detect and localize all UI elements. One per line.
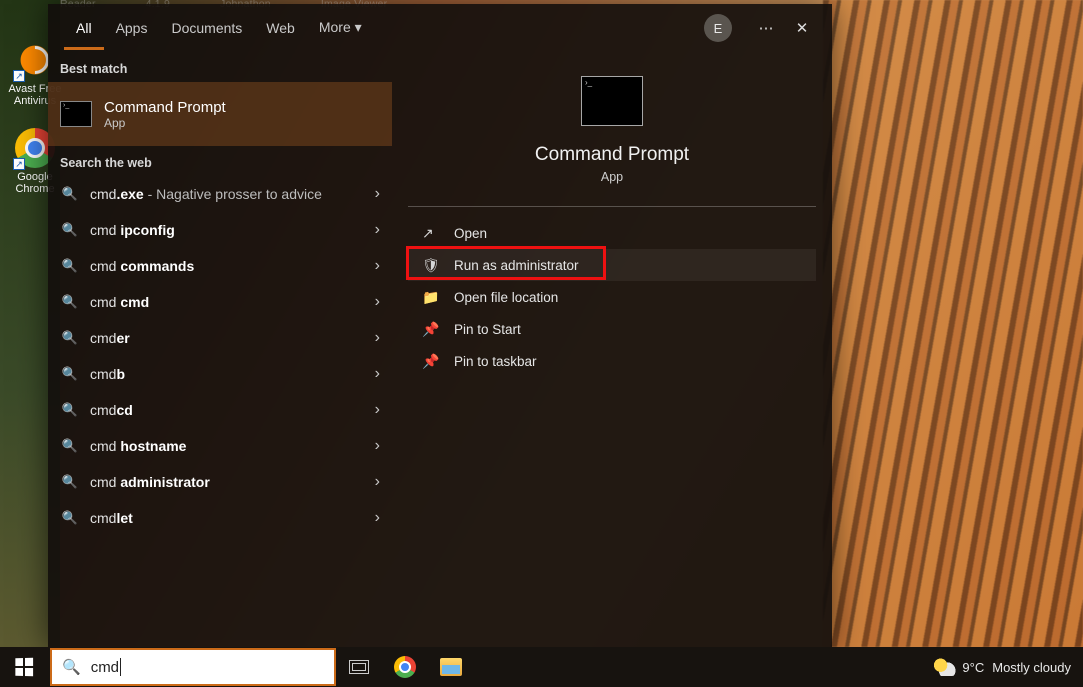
preview-action-pin-to-start[interactable]: 📌 Pin to Start: [408, 313, 816, 345]
task-view-button[interactable]: [336, 647, 382, 687]
cmd-icon: [60, 101, 92, 127]
chevron-right-icon: ›: [367, 473, 380, 491]
chevron-right-icon: ›: [367, 221, 380, 239]
tab-all[interactable]: All: [64, 7, 104, 50]
task-view-icon: [349, 660, 369, 674]
web-suggestion[interactable]: 🔍 cmd hostname›: [48, 428, 392, 464]
action-icon: 🛡: [422, 257, 444, 274]
search-web-heading: Search the web: [48, 146, 392, 176]
chevron-right-icon: ›: [367, 437, 380, 455]
preview-action-open-file-location[interactable]: 📁 Open file location: [408, 281, 816, 313]
chevron-right-icon: ›: [367, 365, 380, 383]
start-button[interactable]: [0, 647, 48, 687]
action-label: Open file location: [454, 290, 558, 305]
chevron-down-icon: ▾: [355, 19, 362, 35]
preview-action-run-as-administrator[interactable]: 🛡 Run as administrator: [408, 249, 816, 281]
tab-more[interactable]: More ▾: [307, 6, 374, 50]
taskbar-app-explorer[interactable]: [428, 647, 474, 687]
preview-action-pin-to-taskbar[interactable]: 📌 Pin to taskbar: [408, 345, 816, 377]
suggestion-text: cmd hostname: [90, 438, 367, 454]
action-label: Pin to taskbar: [454, 354, 537, 369]
shortcut-badge-icon: ↗: [13, 70, 25, 82]
best-match-title: Command Prompt: [104, 99, 226, 116]
chevron-right-icon: ›: [367, 257, 380, 275]
web-suggestion[interactable]: 🔍 cmdlet›: [48, 500, 392, 536]
search-icon: 🔍: [60, 294, 80, 310]
chevron-right-icon: ›: [367, 185, 380, 203]
suggestion-text: cmd administrator: [90, 474, 367, 490]
wallpaper-right: [823, 0, 1083, 647]
search-icon: 🔍: [60, 366, 80, 382]
web-suggestion[interactable]: 🔍 cmder›: [48, 320, 392, 356]
weather-icon: [934, 658, 956, 676]
action-icon: 📌: [422, 353, 444, 370]
start-search-panel: All Apps Documents Web More ▾ E ⋯ ✕ Best…: [48, 4, 832, 648]
suggestion-text: cmd cmd: [90, 294, 367, 310]
search-icon: 🔍: [62, 658, 81, 676]
web-suggestion[interactable]: 🔍 cmd commands›: [48, 248, 392, 284]
suggestion-text: cmd ipconfig: [90, 222, 367, 238]
tab-apps[interactable]: Apps: [104, 7, 160, 50]
web-suggestion[interactable]: 🔍 cmdcd›: [48, 392, 392, 428]
action-label: Run as administrator: [454, 258, 579, 273]
suggestion-text: cmder: [90, 330, 367, 346]
action-icon: 📁: [422, 289, 444, 306]
chevron-right-icon: ›: [367, 293, 380, 311]
suggestion-text: cmdb: [90, 366, 367, 382]
taskbar-search-box[interactable]: 🔍 cmd: [50, 648, 336, 686]
preview-subtitle: App: [408, 170, 816, 184]
web-suggestion[interactable]: 🔍 cmd administrator›: [48, 464, 392, 500]
action-label: Pin to Start: [454, 322, 521, 337]
chevron-right-icon: ›: [367, 509, 380, 527]
search-icon: 🔍: [60, 510, 80, 526]
search-tabs: All Apps Documents Web More ▾ E ⋯ ✕: [48, 4, 832, 52]
chevron-right-icon: ›: [367, 401, 380, 419]
windows-logo-icon: [15, 658, 33, 676]
weather-desc: Mostly cloudy: [992, 660, 1071, 675]
preview-title: Command Prompt: [408, 144, 816, 166]
more-options-button[interactable]: ⋯: [752, 14, 780, 42]
preview-app-icon: [581, 76, 643, 126]
taskbar-app-chrome[interactable]: [382, 647, 428, 687]
file-explorer-icon: [440, 658, 462, 676]
best-match-subtitle: App: [104, 116, 226, 130]
search-icon: 🔍: [60, 222, 80, 238]
search-query-text: cmd: [91, 659, 119, 676]
suggestion-text: cmdcd: [90, 402, 367, 418]
web-suggestion[interactable]: 🔍 cmd ipconfig›: [48, 212, 392, 248]
results-column: Best match Command Prompt App Search the…: [48, 52, 392, 648]
suggestion-text: cmdlet: [90, 510, 367, 526]
search-icon: 🔍: [60, 438, 80, 454]
divider: [408, 206, 816, 207]
web-suggestion[interactable]: 🔍 cmd.exe - Nagative prosser to advice›: [48, 176, 392, 212]
shortcut-badge-icon: ↗: [13, 158, 25, 170]
chevron-right-icon: ›: [367, 329, 380, 347]
close-button[interactable]: ✕: [788, 14, 816, 42]
taskbar: 🔍 cmd 9°C Mostly cloudy: [0, 647, 1083, 687]
web-suggestion[interactable]: 🔍 cmdb›: [48, 356, 392, 392]
best-match-result[interactable]: Command Prompt App: [48, 82, 392, 146]
suggestion-text: cmd commands: [90, 258, 367, 274]
chrome-icon: [394, 656, 416, 678]
preview-column: Command Prompt App ↗ Open 🛡 Run as administ…: [392, 52, 832, 648]
web-suggestion[interactable]: 🔍 cmd cmd›: [48, 284, 392, 320]
suggestion-text: cmd.exe - Nagative prosser to advice: [90, 186, 367, 202]
tab-web[interactable]: Web: [254, 7, 307, 50]
best-match-heading: Best match: [48, 52, 392, 82]
weather-temp: 9°C: [962, 660, 984, 675]
search-icon: 🔍: [60, 402, 80, 418]
tab-documents[interactable]: Documents: [159, 7, 254, 50]
system-tray[interactable]: 9°C Mostly cloudy: [934, 658, 1083, 676]
action-icon: 📌: [422, 321, 444, 338]
user-avatar[interactable]: E: [704, 14, 732, 42]
search-icon: 🔍: [60, 474, 80, 490]
search-icon: 🔍: [60, 330, 80, 346]
preview-action-open[interactable]: ↗ Open: [408, 217, 816, 249]
search-icon: 🔍: [60, 186, 80, 202]
search-icon: 🔍: [60, 258, 80, 274]
action-label: Open: [454, 226, 487, 241]
action-icon: ↗: [422, 225, 444, 242]
